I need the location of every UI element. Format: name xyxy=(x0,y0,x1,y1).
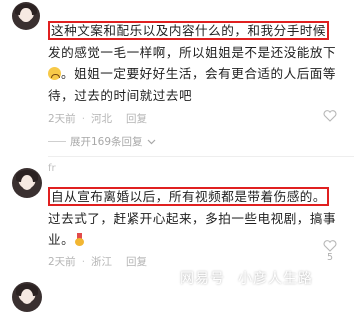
watermark-divider xyxy=(231,271,232,285)
like-count: 5 xyxy=(326,252,334,263)
heart-icon xyxy=(323,110,337,122)
comment-time: 2天前 xyxy=(48,256,76,268)
comment-text-part: 。姐姐一定要好好生活，会有更合适的人后面等待，过去的时间就过去吧 xyxy=(48,66,336,103)
comment-meta: 2天前 · 河北 回复 xyxy=(48,111,147,126)
meta-separator: · xyxy=(81,112,86,125)
watermark-brand: 网易号 xyxy=(180,271,225,287)
reply-button[interactable]: 回复 xyxy=(126,111,147,126)
divider xyxy=(48,156,354,157)
crying-face-emoji-icon xyxy=(48,67,61,80)
comment-text: 自从宣布离婚以后，所有视频都是带着伤感的。 过去式了，赶紧开心起来，多拍一些电视… xyxy=(48,186,348,251)
comment-time: 2天前 xyxy=(48,113,76,125)
highlighted-text: 这种文案和配乐以及内容什么的，和我分手时候 xyxy=(48,21,329,40)
comment-location: 河北 xyxy=(91,113,113,125)
avatar[interactable] xyxy=(12,282,42,312)
chevron-down-icon xyxy=(147,139,155,145)
comment-text-part: 发的感觉一毛一样啊，所以姐姐是不是还没能放下 xyxy=(48,44,337,60)
replies-line xyxy=(48,141,66,142)
expand-replies-link[interactable]: 展开169条回复 xyxy=(48,134,156,149)
watermark-account: 小彦人生路 xyxy=(238,271,313,287)
reply-button[interactable]: 回复 xyxy=(126,254,147,269)
like-button[interactable]: 5 xyxy=(318,240,342,263)
meta-separator: · xyxy=(81,255,86,268)
like-button[interactable] xyxy=(318,110,342,122)
comment-meta: 2天前 · 浙江 回复 xyxy=(48,254,147,269)
medal-emoji-icon xyxy=(74,233,85,246)
comment-location: 浙江 xyxy=(91,256,113,268)
avatar[interactable] xyxy=(12,168,42,198)
heart-icon xyxy=(323,240,337,252)
watermark: 网易号 小彦人生路 xyxy=(180,268,313,288)
username[interactable]: fr xyxy=(48,163,56,174)
comment-text-part: 过去式了，赶紧开心起来，多拍一些电视剧，搞事业。 xyxy=(48,210,337,248)
expand-replies-label: 展开169条回复 xyxy=(70,136,143,148)
avatar[interactable] xyxy=(12,2,40,30)
comment-text: 这种文案和配乐以及内容什么的，和我分手时候 发的感觉一毛一样啊，所以姐姐是不是还… xyxy=(48,20,348,106)
highlighted-text: 自从宣布离婚以后，所有视频都是带着伤感的。 xyxy=(48,187,329,206)
